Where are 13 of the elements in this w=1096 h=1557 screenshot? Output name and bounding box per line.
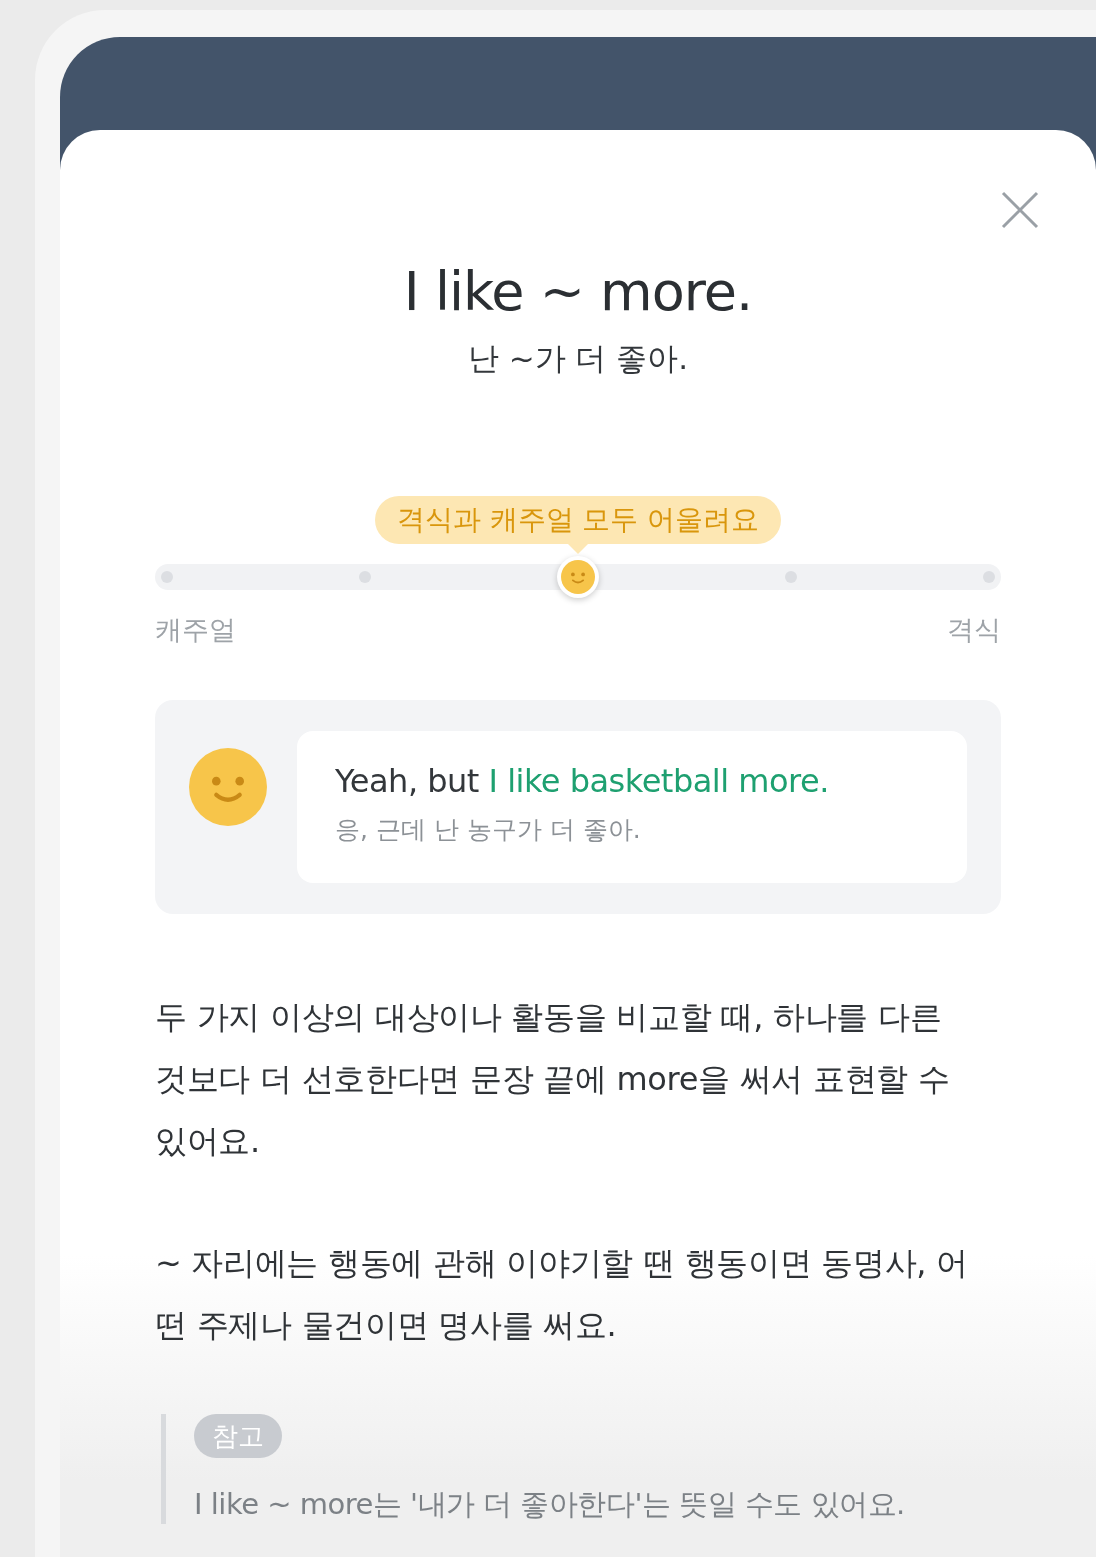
phrase-translation: 난 ~가 더 좋아. [467,339,689,378]
casual-label: 캐주얼 [155,613,236,647]
slider-thumb[interactable] [557,556,599,598]
smile-avatar-icon [189,748,267,826]
phrase-title: I like ~ more. [403,260,753,324]
note-text: I like ~ more는 '내가 더 좋아한다'는 뜻일 수도 있어요. [194,1486,905,1523]
close-icon [1001,191,1039,229]
example-translation: 응, 근데 난 농구가 더 좋아. [335,814,642,846]
explanation-paragraph: ~ 자리에는 행동에 관해 이야기할 땐 행동이면 동명사, 어떤 주제나 물건이면 명사를 써요. [155,1243,969,1346]
formal-label: 격식 [947,613,1001,647]
example-sentence: Yeah, but I like basketball more. [335,761,830,802]
smile-icon [561,560,595,594]
explanation-paragraph: 두 가지 이상의 대상이나 활동을 비교할 때, 하나를 다른 것보다 더 선호한다면 문장 끝에 more을 써서 표현할 수 있어요. [155,997,951,1162]
